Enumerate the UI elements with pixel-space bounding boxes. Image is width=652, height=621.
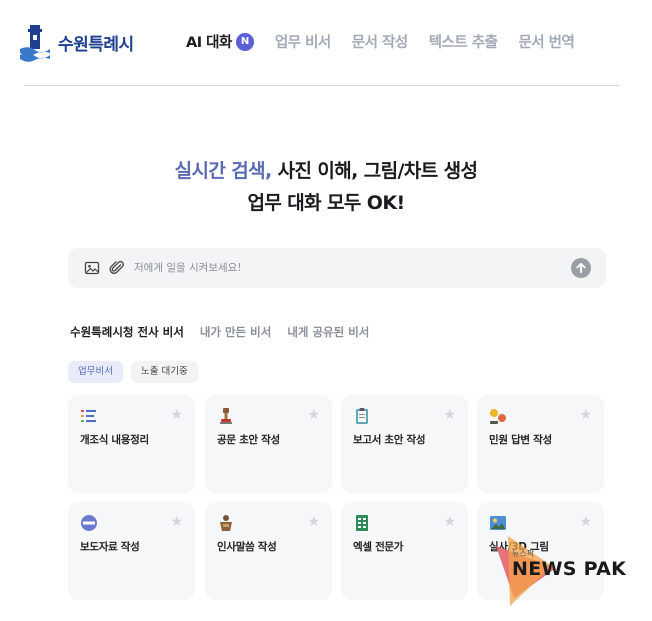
favorite-star-icon[interactable]: ★ [307,514,320,530]
card-label: 민원 답변 작성 [489,434,552,446]
nav-ai-chat-label: AI 대화 [186,35,232,51]
assistant-card[interactable]: ★ 공문 초안 작성 [205,395,332,493]
prompt-box [68,248,606,288]
favorite-star-icon[interactable]: ★ [170,514,183,530]
chip-work-assistant[interactable]: 업무비서 [68,361,123,383]
lighthouse-logo-icon [20,22,50,62]
chip-pending-exposure[interactable]: 노출 대기중 [130,361,198,383]
assistant-card[interactable]: ★ 개조식 내용정리 [68,395,195,493]
favorite-star-icon[interactable]: ★ [443,514,456,530]
dialogue-icon [489,407,507,425]
podium-icon [217,514,235,532]
tab-my-assistants[interactable]: 내가 만든 비서 [200,324,272,340]
logo-text: 수원특례시 [58,34,134,55]
nav-document-writing[interactable]: 문서 작성 [352,31,408,52]
assistant-card[interactable]: ★ 보고서 초안 작성 [341,395,468,493]
card-label: 보도자료 작성 [80,541,140,553]
nav-work-assistant[interactable]: 업무 비서 [275,31,331,52]
filter-chips: 업무비서 노출 대기중 [68,361,206,383]
card-label: 공문 초안 작성 [217,434,280,446]
newspak-watermark: 뉴스팍 NEWS PAK [494,528,646,608]
city-logo[interactable]: 수원특례시 [20,22,134,62]
card-label: 인사말씀 작성 [217,541,277,553]
list-icon [80,407,98,425]
assistant-card[interactable]: ★ 보도자료 작성 [68,502,195,600]
send-button[interactable] [571,258,591,278]
image-upload-icon[interactable] [84,260,100,276]
news-icon [80,514,98,532]
favorite-star-icon[interactable]: ★ [307,407,320,423]
nav-ai-chat[interactable]: AI 대화 N [186,31,254,52]
card-label: 개조식 내용정리 [80,434,149,446]
top-header: 수원특례시 AI 대화 N 업무 비서 문서 작성 텍스트 추출 문서 번역 [0,0,652,86]
tab-company-assistants[interactable]: 수원특례시청 전사 비서 [70,324,184,340]
clipboard-icon [353,407,371,425]
prompt-input[interactable] [134,259,524,277]
hero-accent: 실시간 검색, [174,160,273,182]
stamp-icon [217,407,235,425]
tab-shared-assistants[interactable]: 내게 공유된 비서 [287,324,369,340]
assistant-card[interactable]: ★ 민원 답변 작성 [477,395,604,493]
hero-heading: 실시간 검색, 사진 이해, 그림/차트 생성 업무 대화 모두 OK! [0,155,652,219]
favorite-star-icon[interactable]: ★ [443,407,456,423]
card-label: 보고서 초안 작성 [353,434,426,446]
card-label: 엑셀 전문가 [353,541,404,553]
spreadsheet-icon [353,514,371,532]
nav-text-extraction[interactable]: 텍스트 추출 [429,31,498,52]
hero-line-2: 업무 대화 모두 OK! [247,192,405,214]
favorite-star-icon[interactable]: ★ [579,407,592,423]
main-nav: AI 대화 N 업무 비서 문서 작성 텍스트 추출 문서 번역 [186,31,575,52]
assistant-card[interactable]: ★ 엑셀 전문가 [341,502,468,600]
watermark-text: NEWS PAK [512,558,627,580]
header-divider [24,85,620,86]
hero-line-1-rest: 사진 이해, 그림/차트 생성 [271,160,478,182]
favorite-star-icon[interactable]: ★ [170,407,183,423]
arrow-up-icon [576,262,586,274]
assistant-tabs: 수원특례시청 전사 비서 내가 만든 비서 내게 공유된 비서 [70,324,385,340]
nav-document-translation[interactable]: 문서 번역 [518,31,574,52]
paperclip-icon[interactable] [109,260,125,276]
new-badge: N [235,32,254,51]
hero-line-1: 실시간 검색, 사진 이해, 그림/차트 생성 [0,155,652,187]
assistant-card[interactable]: ★ 인사말씀 작성 [205,502,332,600]
